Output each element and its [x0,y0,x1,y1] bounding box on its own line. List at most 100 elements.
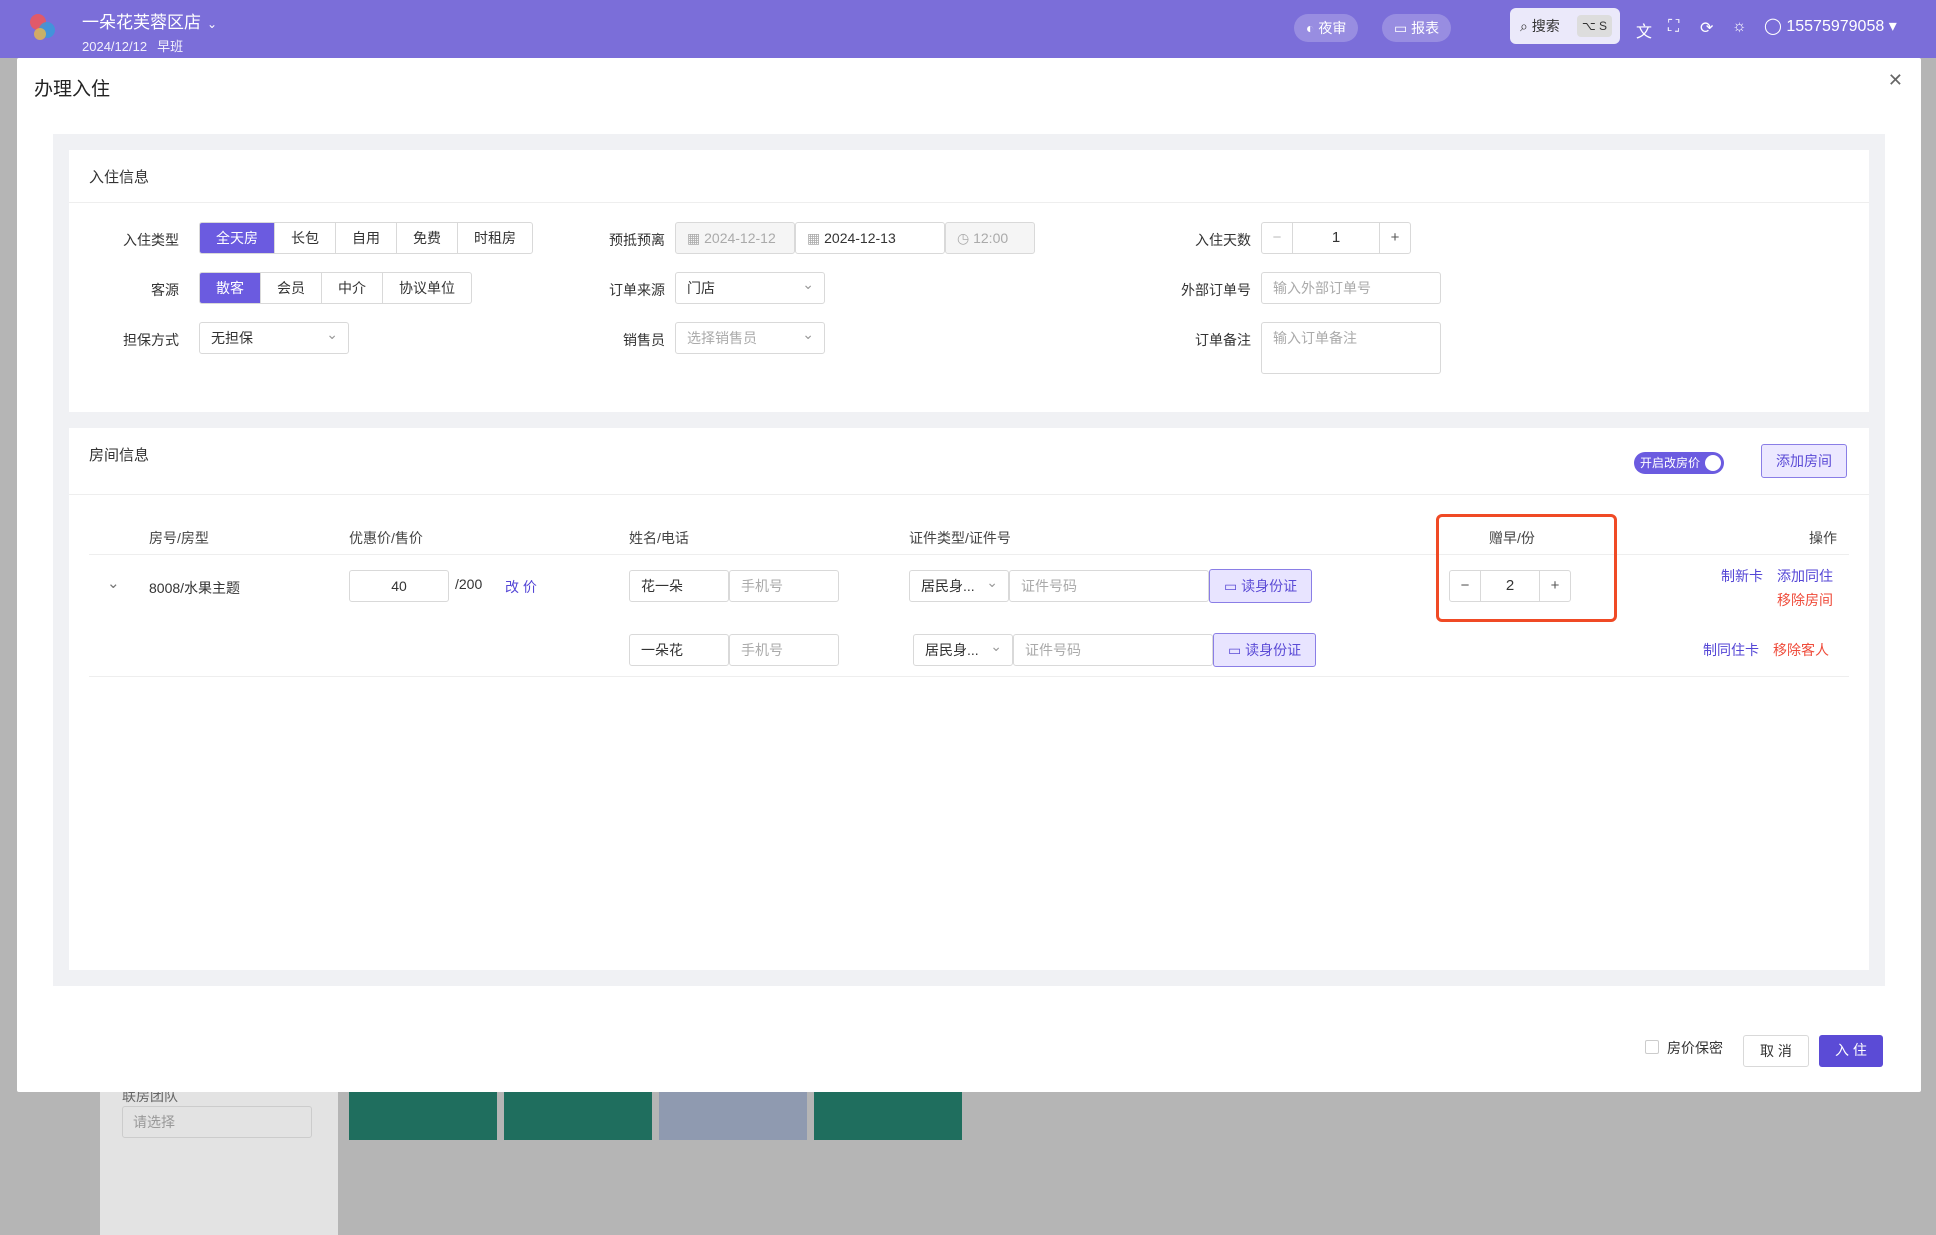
report-label: 报表 [1411,20,1440,36]
id-number-input[interactable]: 证件号码 [1009,570,1209,602]
make-new-card-link[interactable]: 制新卡 [1721,566,1763,586]
add-room-button[interactable]: 添加房间 [1761,444,1847,478]
read-id-label: 读身份证 [1245,642,1302,658]
make-cohabitant-card-link[interactable]: 制同住卡 [1703,640,1759,660]
theme-icon[interactable]: ☼ [1732,18,1747,36]
order-source-select[interactable]: 门店 [675,269,825,304]
guarantee-label: 担保方式 [123,332,179,348]
minus-icon[interactable]: − [1262,223,1292,253]
checkin-type-option[interactable]: 时租房 [458,223,532,253]
fullscreen-icon[interactable]: ⛶ [1668,18,1679,36]
arrival-date-input: ▦ 2024-12-12 [675,222,795,254]
divider [69,494,1869,495]
discount-price-input[interactable]: 40 [349,570,449,602]
report-button[interactable]: ▭ 报表 [1382,14,1452,42]
guest-name-input[interactable]: 一朵花 [629,634,729,666]
checkin-type-option[interactable]: 长包 [275,223,336,253]
user-phone: 15575979058 [1786,18,1885,35]
arrival-date: 2024-12-12 [704,230,776,246]
background-sidebar-panel: 联房团队 请选择 [100,1082,338,1235]
expand-chevron-icon[interactable]: ⌄ [107,574,120,592]
calendar-icon: ▦ [687,230,705,246]
guest-source-option[interactable]: 协议单位 [383,273,471,303]
guest-source-option[interactable]: 中介 [322,273,383,303]
remove-guest-link[interactable]: 移除客人 [1773,640,1829,660]
background-room-tile [814,1090,962,1140]
checkin-type-label: 入住类型 [123,232,179,248]
cancel-button[interactable]: 取 消 [1743,1035,1809,1067]
salesperson-select[interactable]: 选择销售员 [675,319,825,354]
read-id-label: 读身份证 [1241,578,1298,594]
top-bar: 一朵花芙蓉区店 ⌄ 2024/12/12 早班 ◐ 夜审 ▭ 报表 ⌕ 搜索 ⌥ S … [0,0,1936,58]
user-menu[interactable]: ◯ 15575979058 ▾ [1764,16,1897,36]
shift-info: 2024/12/12 早班 [82,36,193,55]
departure-date-input[interactable]: ▦ 2024-12-13 [795,222,945,254]
read-id-button[interactable]: ▭ 读身份证 [1209,569,1313,603]
translate-icon[interactable]: 文 [1636,18,1652,42]
search-icon: ⌕ [1520,18,1528,34]
departure-time: 12:00 [973,230,1009,246]
checkin-type-option[interactable]: 全天房 [200,223,275,253]
id-card-icon: ▭ [1228,642,1246,658]
id-type-select[interactable]: 居民身... [909,567,1009,602]
clock-icon: ◷ [957,230,974,246]
highlight-box [1436,514,1617,622]
read-id-button[interactable]: ▭ 读身份证 [1213,633,1317,667]
background-room-tile [504,1090,652,1140]
guest-phone-input[interactable]: 手机号 [729,634,839,666]
add-cohabitant-link[interactable]: 添加同住 [1777,566,1833,586]
order-note-textarea[interactable]: 输入订单备注 [1261,322,1441,374]
departure-time-input: ◷ 12:00 [945,222,1035,254]
moon-icon: ◐ [1306,20,1315,36]
store-name: 一朵花芙蓉区店 [82,13,201,32]
toggle-knob [1705,455,1721,471]
id-card-icon: ▭ [1224,578,1242,594]
external-order-input[interactable]: 输入外部订单号 [1261,272,1441,304]
id-number-input[interactable]: 证件号码 [1013,634,1213,666]
divider [89,676,1849,677]
checkin-button[interactable]: 入 住 [1819,1035,1883,1067]
guest-name-input[interactable]: 花一朵 [629,570,729,602]
sale-price: /200 [455,576,483,592]
guest-source-option[interactable]: 散客 [200,273,261,303]
change-price-link[interactable]: 改 价 [505,577,537,597]
id-type-select[interactable]: 居民身... [913,631,1013,666]
checkin-type-selector: 全天房 长包 自用 免费 时租房 [199,222,533,254]
store-selector[interactable]: 一朵花芙蓉区店 ⌄ [82,8,217,33]
column-header: 姓名/电话 [629,530,689,546]
external-order-label: 外部订单号 [1181,282,1251,298]
guest-source-option[interactable]: 会员 [261,273,322,303]
background-room-tile [659,1090,807,1140]
guest-phone-input[interactable]: 手机号 [729,570,839,602]
remove-room-link[interactable]: 移除房间 [1777,590,1833,610]
price-secret-checkbox[interactable] [1645,1040,1659,1054]
modal-title: 办理入住 [34,79,111,100]
stay-days-label: 入住天数 [1195,232,1251,248]
room-name: 8008/水果主题 [149,580,241,596]
shift-name: 早班 [157,39,184,54]
modify-price-toggle[interactable]: 开启改房价 [1634,452,1724,474]
plus-icon[interactable]: + [1380,223,1410,253]
checkin-type-option[interactable]: 自用 [336,223,397,253]
guest-source-label: 客源 [151,282,179,298]
business-date: 2024/12/12 [82,39,148,54]
salesperson-label: 销售员 [623,332,665,348]
hotel-logo [30,14,55,40]
checkin-type-option[interactable]: 免费 [397,223,458,253]
guarantee-select[interactable]: 无担保 [199,319,349,354]
price-secret-label: 房价保密 [1667,1040,1723,1056]
checkin-info-card: 入住信息 入住类型 全天房 长包 自用 免费 时租房 客源 散客 会员 中介 协… [69,150,1869,412]
guest-source-selector: 散客 会员 中介 协议单位 [199,272,472,304]
refresh-icon[interactable]: ⟳ [1700,18,1713,38]
divider [69,202,1869,203]
departure-date: 2024-12-13 [824,230,896,246]
avatar-icon: ◯ [1764,18,1782,35]
close-icon[interactable]: ✕ [1888,70,1903,91]
stay-days-stepper: − 1 + [1261,222,1411,254]
toggle-label: 开启改房价 [1640,456,1701,470]
search-button[interactable]: ⌕ 搜索 ⌥ S [1510,8,1620,44]
night-audit-button[interactable]: ◐ 夜审 [1294,14,1359,42]
report-icon: ▭ [1394,20,1408,36]
column-header: 证件类型/证件号 [909,530,1011,546]
stay-days-value[interactable]: 1 [1292,223,1380,253]
